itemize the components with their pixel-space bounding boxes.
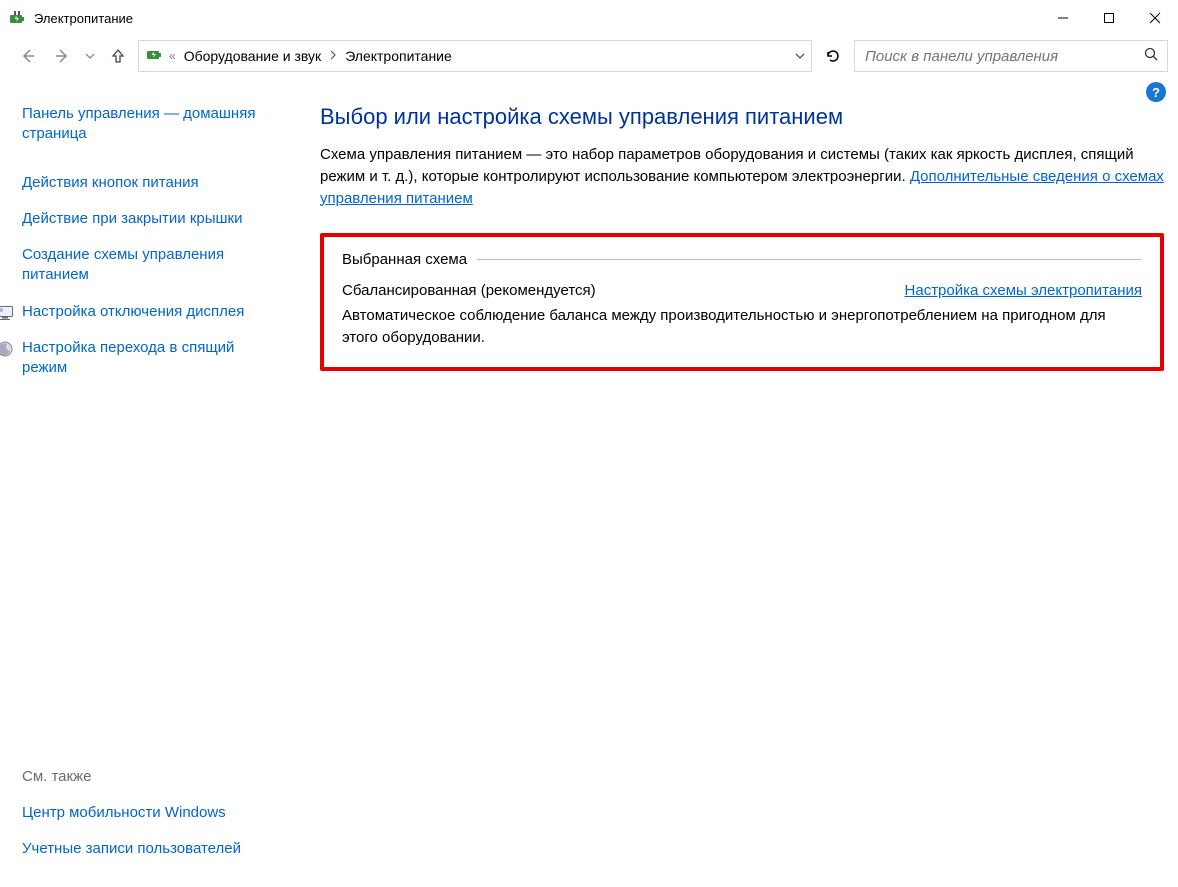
change-plan-settings-link[interactable]: Настройка схемы электропитания xyxy=(905,282,1142,299)
sidebar-link-lid-close[interactable]: Действие при закрытии крышки xyxy=(22,201,272,237)
power-options-icon xyxy=(8,9,26,27)
help-icon[interactable]: ? xyxy=(1146,82,1166,102)
window-controls xyxy=(1040,2,1178,34)
navigation-toolbar: « Оборудование и звук Электропитание xyxy=(0,36,1178,76)
main-content: ? Выбор или настройка схемы управления п… xyxy=(300,76,1178,887)
divider xyxy=(477,259,1142,260)
sidebar-link-power-buttons[interactable]: Действия кнопок питания xyxy=(22,165,272,201)
see-also-mobility-center[interactable]: Центр мобильности Windows xyxy=(22,795,272,831)
search-input[interactable] xyxy=(863,47,1143,66)
section-label: Выбранная схема xyxy=(342,251,467,268)
monitor-icon xyxy=(0,304,14,322)
see-also-header: См. также xyxy=(22,768,290,785)
forward-button[interactable] xyxy=(48,42,76,70)
plan-name: Сбалансированная (рекомендуется) xyxy=(342,282,596,299)
selected-plan-box: Выбранная схема Сбалансированная (рекоме… xyxy=(320,233,1164,371)
sidebar-link-sleep[interactable]: Настройка перехода в спящий режим xyxy=(0,330,246,387)
plan-description: Автоматическое соблюдение баланса между … xyxy=(342,305,1142,349)
window-titlebar: Электропитание xyxy=(0,0,1178,36)
sidebar-link-label: Настройка отключения дисплея xyxy=(22,302,244,322)
close-button[interactable] xyxy=(1132,2,1178,34)
sidebar-link-display-off[interactable]: Настройка отключения дисплея xyxy=(0,294,246,330)
window-title: Электропитание xyxy=(34,11,133,26)
maximize-button[interactable] xyxy=(1086,2,1132,34)
sidebar-link-create-plan[interactable]: Создание схемы управления питанием xyxy=(22,237,272,294)
history-dropdown[interactable] xyxy=(82,42,98,70)
minimize-button[interactable] xyxy=(1040,2,1086,34)
back-button[interactable] xyxy=(14,42,42,70)
see-also-user-accounts[interactable]: Учетные записи пользователей xyxy=(22,831,272,867)
address-bar[interactable]: « Оборудование и звук Электропитание xyxy=(138,40,812,72)
sidebar-link-label: Настройка перехода в спящий режим xyxy=(22,338,246,379)
refresh-button[interactable] xyxy=(818,41,848,71)
moon-icon xyxy=(0,340,14,358)
power-options-icon xyxy=(145,45,163,67)
section-header: Выбранная схема xyxy=(342,251,1142,268)
intro-paragraph: Схема управления питанием — это набор па… xyxy=(320,144,1164,209)
search-icon[interactable] xyxy=(1143,46,1159,66)
breadcrumb-parent[interactable]: Оборудование и звук xyxy=(182,46,324,66)
breadcrumb-current[interactable]: Электропитание xyxy=(343,46,454,66)
chevron-right-icon xyxy=(329,49,337,63)
chevron-left-icon: « xyxy=(169,49,176,63)
sidebar-link-home[interactable]: Панель управления — домашняя страница xyxy=(22,96,272,153)
sidebar: Панель управления — домашняя страница Де… xyxy=(0,76,300,887)
chevron-down-icon[interactable] xyxy=(795,51,805,61)
search-box[interactable] xyxy=(854,40,1168,72)
see-also-section: См. также Центр мобильности Windows Учет… xyxy=(22,768,290,868)
up-button[interactable] xyxy=(104,42,132,70)
page-title: Выбор или настройка схемы управления пит… xyxy=(320,104,1164,130)
